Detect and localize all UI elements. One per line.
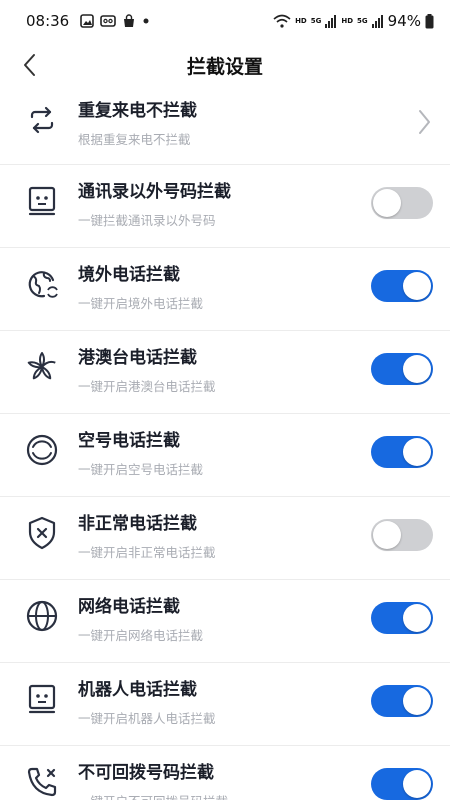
setting-empty-number: 空号电话拦截 一键开启空号电话拦截 [0,414,450,497]
network-label: 5G [357,17,368,25]
network-label: HD [295,17,307,25]
setting-robot-call: 机器人电话拦截 一键开启机器人电话拦截 [0,663,450,746]
setting-hk-macau-tw: 港澳台电话拦截 一键开启港澳台电话拦截 [0,331,450,414]
toggle-knob [403,272,431,300]
toggle-knob [373,521,401,549]
shopping-bag-icon [124,14,134,27]
setting-title: 重复来电不拦截 [78,101,197,121]
repeat-icon [30,106,54,134]
setting-title: 网络电话拦截 [78,597,180,617]
setting-title: 不可回拨号码拦截 [78,763,214,783]
setting-abnormal: 非正常电话拦截 一键开启非正常电话拦截 [0,497,450,580]
empty-circle-icon [26,434,58,466]
robot-face-icon [28,186,56,216]
setting-title: 空号电话拦截 [78,431,180,451]
voicemail-icon [100,15,116,27]
setting-title: 机器人电话拦截 [78,680,197,700]
header: 拦截设置 [0,44,450,88]
bauhinia-flower-icon [27,352,56,380]
settings-list: 重复来电不拦截 根据重复来电不拦截 通讯录以外号码拦截 一键拦截通讯录以外号码 … [0,88,450,800]
setting-non-contact: 通讯录以外号码拦截 一键拦截通讯录以外号码 [0,165,450,248]
globe-icon [26,600,58,632]
signal-icon [371,15,383,28]
setting-subtitle: 一键拦截通讯录以外号码 [78,213,216,228]
toggle-switch[interactable] [371,436,433,468]
toggle-knob [403,355,431,383]
shield-x-icon [28,516,56,550]
network-label: HD [341,17,354,25]
dot-icon [143,18,149,24]
setting-overseas: 境外电话拦截 一键开启境外电话拦截 [0,248,450,331]
toggle-knob [403,438,431,466]
phone-blocked-icon [27,767,57,797]
chevron-right-icon[interactable] [414,108,434,136]
setting-subtitle: 根据重复来电不拦截 [78,132,191,147]
toggle-knob [373,189,401,217]
battery-icon [425,13,434,28]
setting-internet-call: 网络电话拦截 一键开启网络电话拦截 [0,580,450,663]
network-label: 5G [310,17,322,25]
toggle-switch[interactable] [371,187,433,219]
setting-title: 非正常电话拦截 [78,514,197,534]
status-right: HD 5G HD 5G 94% [273,12,434,30]
toggle-switch[interactable] [371,353,433,385]
gallery-icon [80,14,94,28]
toggle-switch[interactable] [371,768,433,800]
setting-subtitle: 一键开启境外电话拦截 [78,296,204,311]
setting-title: 港澳台电话拦截 [78,348,197,368]
setting-repeat-call[interactable]: 重复来电不拦截 根据重复来电不拦截 [0,88,450,165]
page-title: 拦截设置 [186,56,263,78]
toggle-switch[interactable] [371,685,433,717]
toggle-switch[interactable] [371,602,433,634]
battery-percent: 94% [387,12,421,30]
setting-title: 境外电话拦截 [78,265,180,285]
toggle-switch[interactable] [371,270,433,302]
status-time: 08:36 [26,12,70,30]
setting-no-callback: 不可回拨号码拦截 一键开启不可回拨号码拦截 [0,746,450,800]
setting-subtitle: 一键开启网络电话拦截 [78,628,204,643]
globe-refresh-icon [28,271,58,298]
toggle-knob [403,687,431,715]
setting-subtitle: 一键开启非正常电话拦截 [78,545,216,560]
setting-subtitle: 一键开启空号电话拦截 [78,462,204,477]
signal-icon [325,15,337,28]
status-bar: 08:36 HD 5G HD 5G 94% [0,0,450,44]
toggle-switch[interactable] [371,519,433,551]
setting-subtitle: 一键开启港澳台电话拦截 [78,379,216,394]
setting-subtitle: 一键开启机器人电话拦截 [78,711,216,726]
setting-subtitle: 一键开启不可回拨号码拦截 [78,791,228,800]
toggle-knob [403,770,431,798]
notification-icons [80,14,150,28]
setting-title: 通讯录以外号码拦截 [78,182,231,202]
toggle-knob [403,604,431,632]
wifi-icon [273,14,291,28]
robot-face-icon [28,684,56,714]
